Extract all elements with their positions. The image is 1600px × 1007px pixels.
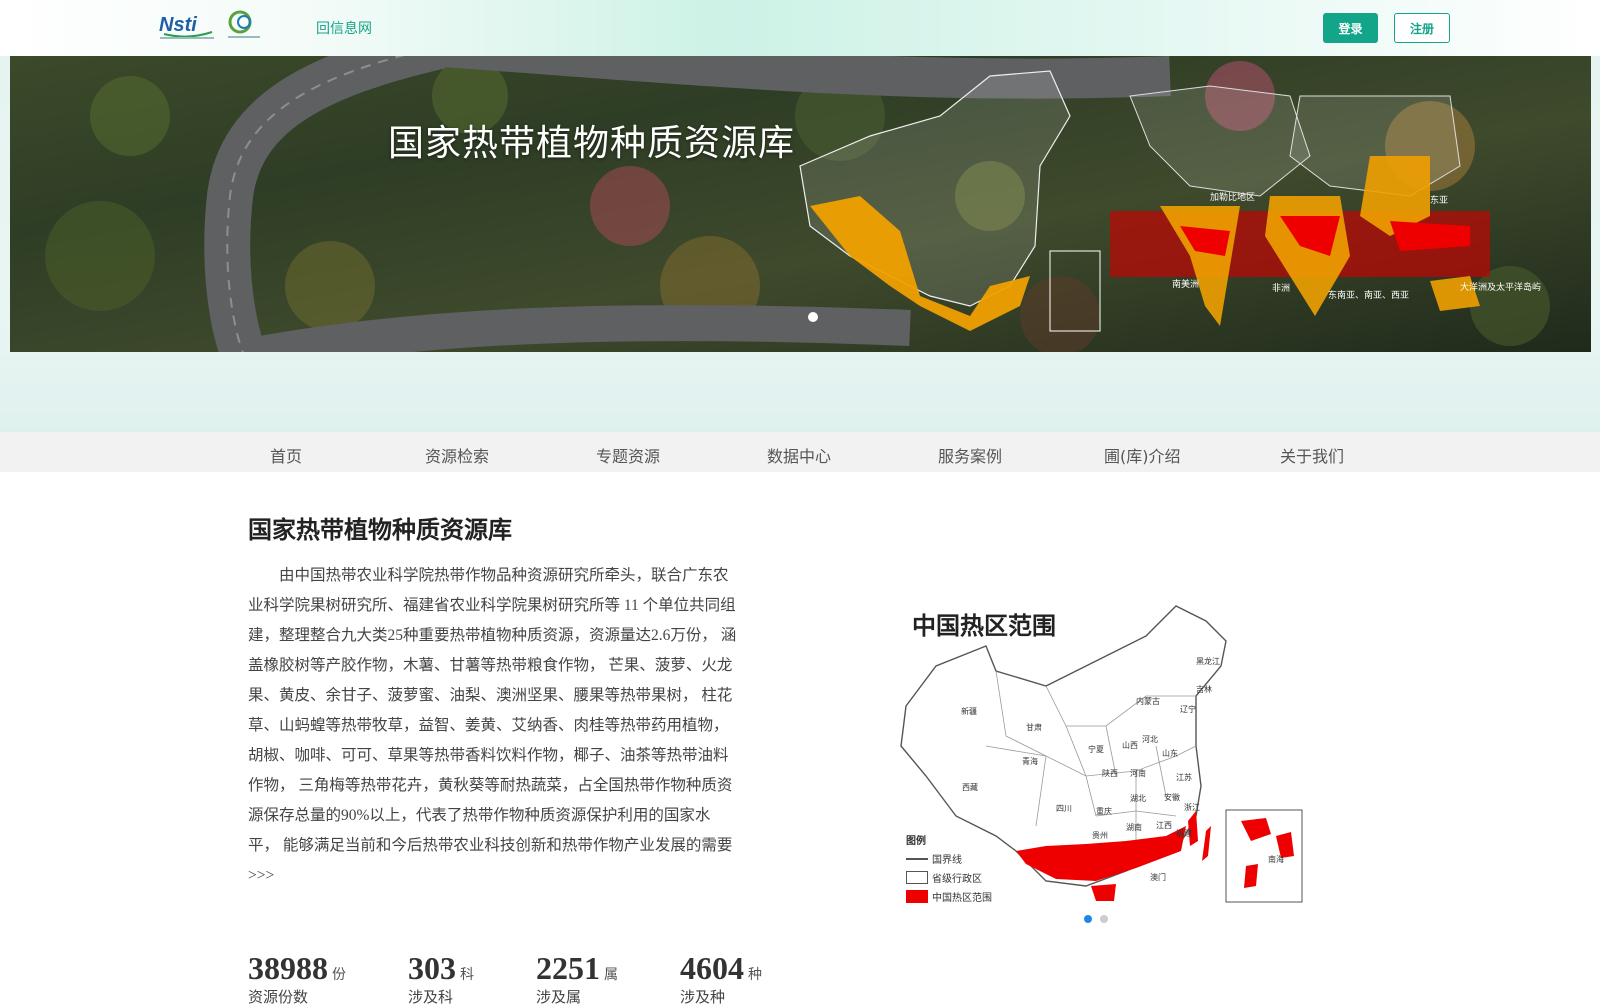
hot-zone-swatch-icon xyxy=(906,890,928,903)
legend-item-hot-zone: 中国热区范围 xyxy=(906,887,992,906)
stat-species-count: 4604 种 涉及种 xyxy=(680,950,762,1006)
province-swatch-icon xyxy=(906,871,928,884)
stat-label: 涉及科 xyxy=(408,990,454,1006)
stat-unit: 属 xyxy=(604,968,618,983)
province-label: 河北 xyxy=(1142,734,1158,744)
banner-title: 国家热带植物种质资源库 xyxy=(388,123,796,164)
map-label-caribbean: 加勒比地区 xyxy=(1210,193,1256,203)
province-label: 甘肃 xyxy=(1026,722,1042,732)
stat-label: 涉及属 xyxy=(536,990,582,1006)
province-label: 黑龙江 xyxy=(1196,656,1220,666)
map-label-east-asia: 东亚 xyxy=(1430,196,1449,206)
province-label: 内蒙古 xyxy=(1136,696,1160,706)
stat-unit: 种 xyxy=(748,968,762,983)
main-nav: 首页 资源检索 专题资源 数据中心 服务案例 圃(库)介绍 关于我们 xyxy=(0,432,1600,472)
legend-label: 国界线 xyxy=(932,855,962,866)
province-label: 江苏 xyxy=(1176,772,1192,782)
province-label: 青海 xyxy=(1022,756,1038,766)
nav-nursery-intro[interactable]: 圃(库)介绍 xyxy=(1104,443,1181,467)
login-button[interactable]: 登录 xyxy=(1323,13,1378,43)
nav-home[interactable]: 首页 xyxy=(270,443,302,467)
province-label: 安徽 xyxy=(1164,792,1180,802)
nav-data-center[interactable]: 数据中心 xyxy=(767,443,831,467)
stat-resource-count: 38988 份 资源份数 xyxy=(248,950,346,1006)
province-label: 陕西 xyxy=(1102,768,1118,778)
province-label: 山东 xyxy=(1162,748,1178,758)
legend-item-province: 省级行政区 xyxy=(906,868,992,887)
stat-value: 38988 xyxy=(248,950,328,986)
province-label: 河南 xyxy=(1130,768,1146,778)
legend-title: 图例 xyxy=(906,836,926,847)
top-header: Nsti 回信息网 登录 注册 xyxy=(0,0,1600,56)
province-label: 宁夏 xyxy=(1088,744,1104,754)
province-label: 湖南 xyxy=(1126,822,1142,832)
banner-carousel[interactable]: 国家热带植物种质资源库 加勒比地区 东亚 南美洲 非洲 东南亚、南亚、西亚 大洋… xyxy=(10,56,1591,352)
section-title: 国家热带植物种质资源库 xyxy=(248,516,512,544)
province-label: 澳门 xyxy=(1150,872,1166,882)
banner-indicator-dot[interactable] xyxy=(808,312,818,322)
province-label: 辽宁 xyxy=(1180,704,1196,714)
province-label: 湖北 xyxy=(1130,794,1146,803)
province-label: 四川 xyxy=(1056,804,1072,813)
legend-label: 省级行政区 xyxy=(932,874,982,885)
stat-label: 涉及种 xyxy=(680,990,726,1006)
map-label-se-asia: 东南亚、南亚、西亚 xyxy=(1328,291,1410,301)
svg-text:Nsti: Nsti xyxy=(159,14,197,36)
stat-family-count: 303 科 涉及科 xyxy=(408,950,474,1006)
province-label: 吉林 xyxy=(1196,684,1212,694)
province-label: 山西 xyxy=(1122,740,1138,750)
description-text[interactable]: 由中国热带农业科学院热带作物品种资源研究所牵头，联合广东农业科学院果树研究所、福… xyxy=(248,561,738,891)
site-link[interactable]: 回信息网 xyxy=(316,18,372,38)
carousel-dot-2[interactable] xyxy=(1100,915,1108,923)
stat-unit: 科 xyxy=(460,968,474,983)
nav-service-cases[interactable]: 服务案例 xyxy=(938,443,1002,467)
banner-background xyxy=(10,56,1591,352)
province-label: 新疆 xyxy=(961,706,977,716)
carousel-dot-1[interactable] xyxy=(1084,915,1092,923)
province-label: 浙江 xyxy=(1184,802,1200,812)
map-legend: 图例 国界线 省级行政区 中国热区范围 xyxy=(906,830,992,906)
nav-about-us[interactable]: 关于我们 xyxy=(1280,443,1344,467)
nav-special-resources[interactable]: 专题资源 xyxy=(596,443,660,467)
platform-logo[interactable] xyxy=(226,9,262,41)
nav-resource-search[interactable]: 资源检索 xyxy=(425,443,489,467)
banner-area: 国家热带植物种质资源库 加勒比地区 东亚 南美洲 非洲 东南亚、南亚、西亚 大洋… xyxy=(0,56,1600,432)
province-label: 重庆 xyxy=(1096,806,1112,816)
legend-label: 中国热区范围 xyxy=(932,893,992,904)
stat-value: 303 xyxy=(408,950,456,986)
stat-unit: 份 xyxy=(332,968,346,983)
province-label: 西藏 xyxy=(962,782,978,792)
map-label-africa: 非洲 xyxy=(1272,284,1291,294)
province-label: 南海 xyxy=(1268,854,1284,864)
province-label: 江西 xyxy=(1156,821,1172,830)
map-label-oceania: 大洋洲及太平洋岛屿 xyxy=(1460,283,1542,293)
nsti-logo[interactable]: Nsti xyxy=(158,10,216,42)
register-button[interactable]: 注册 xyxy=(1394,13,1450,43)
stat-value: 2251 xyxy=(536,950,600,986)
province-label: 贵州 xyxy=(1092,830,1108,840)
stat-label: 资源份数 xyxy=(248,990,309,1006)
stat-value: 4604 xyxy=(680,950,744,986)
legend-item-border: 国界线 xyxy=(906,849,992,868)
province-label: 福建 xyxy=(1176,828,1192,838)
border-line-icon xyxy=(906,857,928,860)
stat-genus-count: 2251 属 涉及属 xyxy=(536,950,618,1006)
map-label-south-america: 南美洲 xyxy=(1172,280,1200,290)
